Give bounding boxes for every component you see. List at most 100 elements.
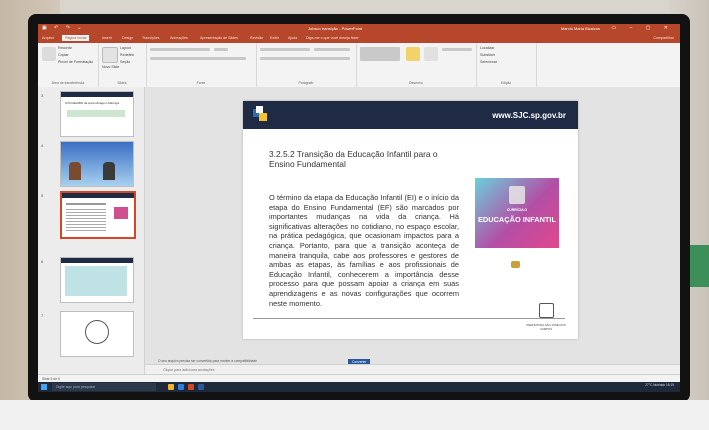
select-button[interactable]: Selecionar bbox=[480, 60, 497, 64]
title-bar: ▣ ↶ ↷ ⌄ Jobsco transição - PowerPoint Ma… bbox=[38, 24, 680, 34]
current-slide[interactable]: www.SJC.sp.gov.br 3.2.5.2 Transição da E… bbox=[243, 101, 578, 339]
bottom-band bbox=[0, 400, 709, 430]
new-slide-button[interactable]: Novo Slide bbox=[102, 65, 119, 69]
ribbon-tabs: Arquivo Página Inicial Inserir Design Tr… bbox=[38, 34, 680, 43]
file-explorer-icon[interactable] bbox=[168, 384, 174, 390]
tab-inserir[interactable]: Inserir bbox=[102, 36, 112, 40]
thumbnail-box bbox=[65, 266, 127, 296]
tab-ajuda[interactable]: Ajuda bbox=[288, 36, 297, 40]
person-figure bbox=[69, 162, 81, 180]
thumbnail-header bbox=[62, 193, 134, 198]
section-button[interactable]: Seção bbox=[120, 60, 130, 64]
font-name-box[interactable] bbox=[150, 48, 210, 51]
cut-button[interactable]: Recortar bbox=[58, 46, 72, 50]
shape-fill-button[interactable] bbox=[442, 48, 472, 51]
tab-apresentacao[interactable]: Apresentação de Slides bbox=[200, 36, 238, 40]
thumbnail-line bbox=[66, 203, 106, 205]
emblem-icon bbox=[511, 261, 520, 268]
thumbnail-number: 5 bbox=[41, 193, 44, 198]
paste-icon[interactable] bbox=[42, 47, 56, 61]
thumbnail-pane: 3 CÓCHEHIBO da Aprendizagem Maringá 4 5 … bbox=[38, 87, 145, 374]
city-seal-icon bbox=[539, 303, 554, 318]
group-drawing: Desenho bbox=[356, 43, 477, 87]
thumbnail-book bbox=[114, 207, 128, 219]
tab-transicoes[interactable]: Transições bbox=[142, 36, 159, 40]
thumbnail-number: 7 bbox=[41, 313, 44, 318]
windows-start-icon[interactable] bbox=[41, 384, 47, 390]
group-label: Desenho bbox=[409, 81, 423, 85]
tab-revisao[interactable]: Revisão bbox=[250, 36, 263, 40]
thumbnail-text: CÓCHEHIBO da Aprendizagem Maringá bbox=[65, 101, 120, 105]
arrange-icon[interactable] bbox=[406, 47, 420, 61]
tab-animacoes[interactable]: Animações bbox=[170, 36, 188, 40]
layout-button[interactable]: Layout bbox=[120, 46, 131, 50]
tab-exibir[interactable]: Exibir bbox=[270, 36, 279, 40]
browser-icon[interactable] bbox=[178, 384, 184, 390]
group-clipboard: Recortar Copiar Pincel de Formatação Áre… bbox=[38, 43, 99, 87]
book-title: EDUCAÇÃO INFANTIL bbox=[477, 215, 556, 224]
windows-taskbar: Digite aqui para pesquisar 27°C Nublado … bbox=[38, 382, 680, 392]
share-button[interactable]: Compartilhar bbox=[653, 36, 674, 40]
quick-styles-icon[interactable] bbox=[424, 47, 438, 61]
reset-button[interactable]: Redefinir bbox=[120, 53, 134, 57]
align-buttons[interactable] bbox=[260, 57, 350, 60]
slide-thumbnail-3[interactable]: CÓCHEHIBO da Aprendizagem Maringá bbox=[60, 91, 134, 137]
tell-me-search[interactable]: Diga-me o que você deseja fazer bbox=[306, 36, 359, 40]
system-tray[interactable]: 27°C Nublado 16:19 bbox=[645, 383, 674, 387]
person-figure bbox=[103, 162, 115, 180]
thumbnail-number: 3 bbox=[41, 93, 44, 98]
thumbnail-header bbox=[61, 258, 133, 263]
slide-thumbnail-6[interactable] bbox=[60, 257, 134, 303]
word-icon[interactable] bbox=[198, 384, 204, 390]
thumbnail-number: 6 bbox=[41, 259, 44, 264]
group-slides: Novo Slide Layout Redefinir Seção Slides bbox=[98, 43, 147, 87]
thumbnail-logo bbox=[85, 320, 109, 344]
powerpoint-icon[interactable] bbox=[188, 384, 194, 390]
group-label: Fonte bbox=[196, 81, 206, 85]
copy-button[interactable]: Copiar bbox=[58, 53, 69, 57]
tab-pagina-inicial[interactable]: Página Inicial bbox=[62, 35, 90, 41]
slide-thumbnail-4[interactable] bbox=[60, 141, 134, 187]
slide-counter: Slide 5 de 9 bbox=[42, 377, 60, 381]
tab-arquivo[interactable]: Arquivo bbox=[42, 36, 54, 40]
user-name[interactable]: Marcio Maria Bicalcos bbox=[561, 26, 600, 31]
quick-access-icons[interactable]: ▣ ↶ ↷ ⌄ bbox=[42, 25, 84, 31]
text-direction-button[interactable] bbox=[314, 48, 350, 51]
group-label: Edição bbox=[500, 81, 512, 85]
slide-heading[interactable]: 3.2.5.2 Transição da Educação Infantil p… bbox=[269, 149, 459, 169]
book-logo-icon bbox=[509, 186, 525, 204]
find-button[interactable]: Localizar bbox=[480, 46, 494, 50]
new-slide-icon[interactable] bbox=[102, 47, 118, 63]
window-title: Jobsco transição - PowerPoint bbox=[308, 26, 363, 31]
shapes-gallery[interactable] bbox=[360, 47, 400, 61]
divider bbox=[253, 318, 565, 319]
curriculum-book-image[interactable]: CURRÍCULO EDUCAÇÃO INFANTIL bbox=[475, 178, 559, 248]
slide-body-text[interactable]: O término da etapa da Educação Infantil … bbox=[269, 193, 459, 308]
group-label: Parágrafo bbox=[298, 81, 314, 85]
group-font: Fonte bbox=[146, 43, 257, 87]
font-size-box[interactable] bbox=[214, 48, 228, 51]
logo-icon bbox=[259, 113, 267, 121]
slide-editor[interactable]: www.SJC.sp.gov.br 3.2.5.2 Transição da E… bbox=[145, 87, 680, 374]
font-format-buttons[interactable] bbox=[150, 57, 246, 60]
thumbnail-header bbox=[61, 92, 133, 97]
slide-thumbnail-7[interactable] bbox=[60, 311, 134, 357]
thumbnail-text-lines bbox=[66, 209, 106, 231]
monitor-screen: ▣ ↶ ↷ ⌄ Jobsco transição - PowerPoint Ma… bbox=[38, 24, 680, 392]
logo-icon bbox=[256, 106, 263, 113]
slide-header: www.SJC.sp.gov.br bbox=[243, 101, 578, 129]
slide-thumbnail-5[interactable] bbox=[60, 191, 136, 239]
window-controls[interactable]: ▭ – ▢ ✕ bbox=[611, 25, 674, 31]
taskbar-search[interactable]: Digite aqui para pesquisar bbox=[52, 383, 156, 391]
site-url: www.SJC.sp.gov.br bbox=[492, 111, 566, 120]
group-label: Slides bbox=[117, 81, 127, 85]
book-subtitle: CURRÍCULO bbox=[506, 208, 528, 212]
thumbnail-number: 4 bbox=[41, 143, 44, 148]
replace-button[interactable]: Substituir bbox=[480, 53, 495, 57]
group-label: Área de transferência bbox=[51, 81, 85, 85]
thumbnail-box bbox=[67, 110, 125, 117]
ribbon: Recortar Copiar Pincel de Formatação Áre… bbox=[38, 43, 680, 88]
list-buttons[interactable] bbox=[260, 48, 310, 51]
format-painter-button[interactable]: Pincel de Formatação bbox=[58, 60, 93, 64]
tab-design[interactable]: Design bbox=[122, 36, 133, 40]
